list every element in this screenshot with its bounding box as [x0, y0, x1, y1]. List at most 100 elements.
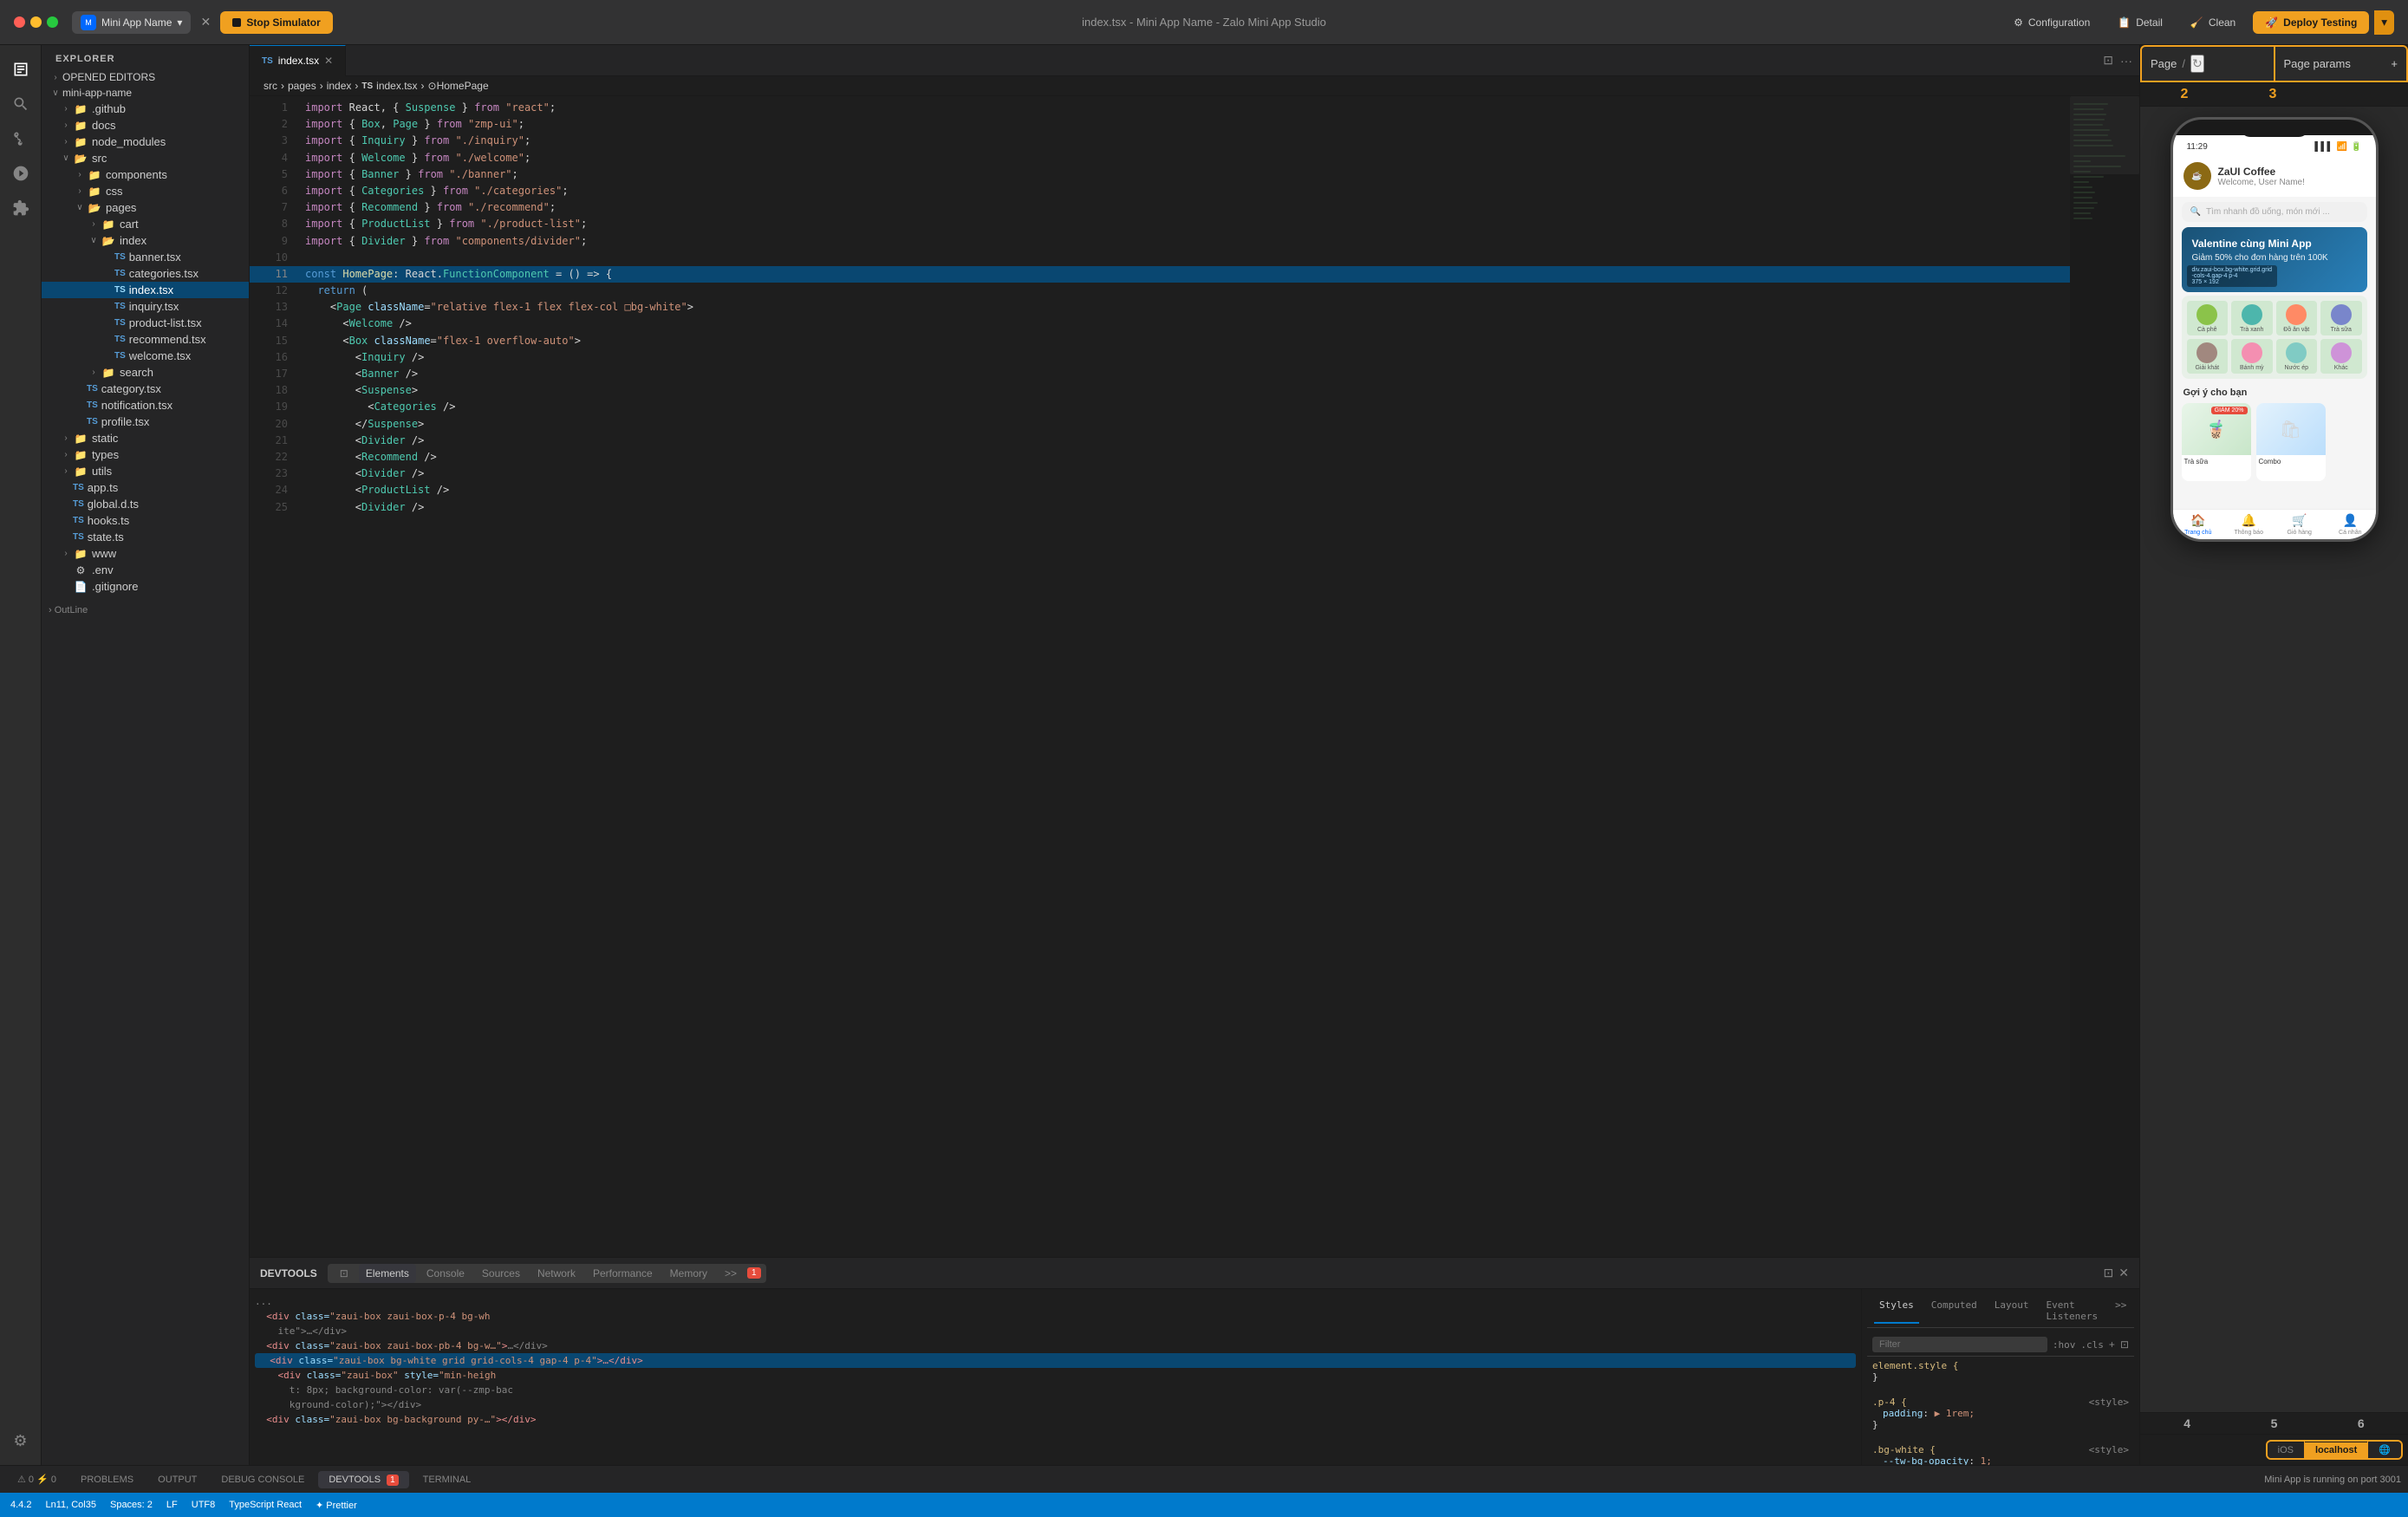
close-window-button[interactable] — [14, 16, 25, 28]
styles-filter-input[interactable] — [1872, 1337, 2047, 1352]
folder-types[interactable]: › 📁 types — [42, 446, 249, 463]
refresh-button[interactable]: ↻ — [2190, 55, 2204, 73]
file-categories-tsx[interactable]: TS categories.tsx — [42, 265, 249, 282]
minimize-window-button[interactable] — [30, 16, 42, 28]
breadcrumb-pages[interactable]: pages — [288, 80, 316, 92]
category-item[interactable]: Trà xanh — [2231, 301, 2273, 335]
file-state-ts[interactable]: TS state.ts — [42, 529, 249, 545]
file-product-list-tsx[interactable]: TS product-list.tsx — [42, 315, 249, 331]
category-item[interactable]: Bánh mỳ — [2231, 339, 2273, 374]
close-tab-icon[interactable]: ✕ — [324, 55, 333, 67]
nav-item-cart[interactable]: 🛒 Giỏ hàng — [2275, 513, 2326, 536]
more-actions-button[interactable]: ··· — [2120, 53, 2132, 68]
layout-tab[interactable]: Layout — [1989, 1298, 2034, 1324]
tab-terminal[interactable]: TERMINAL — [413, 1471, 482, 1488]
devtools-select-icon[interactable]: ⊡ — [333, 1264, 355, 1283]
sidebar-item-extensions[interactable] — [5, 192, 36, 224]
styles-tab[interactable]: Styles — [1874, 1298, 1919, 1324]
global-tab[interactable]: 🌐 — [2368, 1442, 2401, 1458]
file-notification-tsx[interactable]: TS notification.tsx — [42, 397, 249, 413]
nav-item-notifications[interactable]: 🔔 Thông báo — [2223, 513, 2275, 536]
tab-output[interactable]: OUTPUT — [147, 1471, 207, 1488]
tab-memory[interactable]: Memory — [663, 1264, 714, 1283]
file-profile-tsx[interactable]: TS profile.tsx — [42, 413, 249, 430]
localhost-tab[interactable]: localhost — [2305, 1442, 2367, 1458]
tab-problems-label[interactable]: PROBLEMS — [70, 1471, 144, 1488]
file-category-tsx[interactable]: TS category.tsx — [42, 381, 249, 397]
outline-section[interactable]: › OutLine — [42, 602, 249, 619]
folder-pages[interactable]: ∨ 📂 pages — [42, 199, 249, 216]
file-global-d-ts[interactable]: TS global.d.ts — [42, 496, 249, 512]
folder-node-modules[interactable]: › 📁 node_modules — [42, 133, 249, 150]
nav-item-home[interactable]: 🏠 Trang chủ — [2173, 513, 2224, 536]
tab-index-tsx[interactable]: TS index.tsx ✕ — [250, 45, 346, 76]
category-item[interactable]: Nước ép — [2276, 339, 2318, 374]
folder-index[interactable]: ∨ 📂 index — [42, 232, 249, 249]
file-app-ts[interactable]: TS app.ts — [42, 479, 249, 496]
code-editor[interactable]: 1 import React, { Suspense } from "react… — [250, 96, 2070, 1257]
tab-sources[interactable]: Sources — [475, 1264, 527, 1283]
file-banner-tsx[interactable]: TS banner.tsx — [42, 249, 249, 265]
folder-github[interactable]: › 📁 .github — [42, 101, 249, 117]
breadcrumb-file[interactable]: index.tsx — [376, 80, 417, 92]
element-line-selected[interactable]: <div class="zaui-box bg-white grid grid-… — [255, 1353, 1856, 1368]
file-welcome-tsx[interactable]: TS welcome.tsx — [42, 348, 249, 364]
add-style-button[interactable]: + — [2109, 1338, 2115, 1351]
rec-item[interactable]: 🛍 Combo — [2256, 403, 2326, 481]
category-item[interactable]: Khác — [2320, 339, 2362, 374]
phone-search[interactable]: 🔍 Tìm nhanh đồ uống, món mới ... — [2182, 202, 2367, 222]
folder-search[interactable]: › 📁 search — [42, 364, 249, 381]
detail-button[interactable]: 📋 Detail — [2107, 11, 2173, 34]
sidebar-item-search[interactable] — [5, 88, 36, 120]
tab-devtools[interactable]: DEVTOOLS 1 — [318, 1471, 408, 1488]
clean-button[interactable]: 🧹 Clean — [2180, 11, 2246, 34]
tab-problems[interactable]: ⚠ 0 ⚡ 0 — [7, 1470, 67, 1488]
folder-utils[interactable]: › 📁 utils — [42, 463, 249, 479]
tab-network[interactable]: Network — [530, 1264, 582, 1283]
folder-components[interactable]: › 📁 components — [42, 166, 249, 183]
toggle-style-button[interactable]: ⊡ — [2120, 1338, 2129, 1351]
file-recommend-tsx[interactable]: TS recommend.tsx — [42, 331, 249, 348]
folder-www[interactable]: › 📁 www — [42, 545, 249, 562]
app-selector[interactable]: M Mini App Name ▾ — [72, 11, 191, 34]
file-inquiry-tsx[interactable]: TS inquiry.tsx — [42, 298, 249, 315]
configuration-button[interactable]: ⚙ Configuration — [2003, 11, 2100, 34]
sidebar-item-settings[interactable]: ⚙ — [5, 1425, 36, 1456]
sidebar-item-explorer[interactable] — [5, 54, 36, 85]
tab-console[interactable]: Console — [420, 1264, 472, 1283]
close-app-button[interactable]: ✕ — [198, 15, 213, 30]
devtools-elements[interactable]: ... <div class="zaui-box zaui-box-p-4 bg… — [250, 1289, 1862, 1465]
category-item[interactable]: Cà phê — [2187, 301, 2229, 335]
deploy-dropdown-button[interactable]: ▾ — [2374, 10, 2394, 35]
tab-more[interactable]: >> — [718, 1264, 744, 1283]
tab-performance[interactable]: Performance — [586, 1264, 660, 1283]
breadcrumb-symbol[interactable]: HomePage — [437, 80, 489, 92]
opened-editors-section[interactable]: › OPENED EDITORS — [42, 69, 249, 85]
folder-docs[interactable]: › 📁 docs — [42, 117, 249, 133]
file-hooks-ts[interactable]: TS hooks.ts — [42, 512, 249, 529]
expand-devtools-button[interactable]: ⊡ — [2104, 1266, 2114, 1280]
rec-item[interactable]: 🧋 GIẢM 20% Trà sữa — [2182, 403, 2251, 481]
folder-css[interactable]: › 📁 css — [42, 183, 249, 199]
sidebar-item-git[interactable] — [5, 123, 36, 154]
stop-simulator-button[interactable]: Stop Simulator — [220, 11, 332, 34]
tab-debug-console[interactable]: DEBUG CONSOLE — [211, 1471, 315, 1488]
category-item[interactable]: Đồ ăn vặt — [2276, 301, 2318, 335]
sidebar-item-debug[interactable] — [5, 158, 36, 189]
category-item[interactable]: Giải khát — [2187, 339, 2229, 374]
close-devtools-button[interactable]: ✕ — [2118, 1266, 2129, 1280]
nav-item-profile[interactable]: 👤 Cá nhân — [2325, 513, 2376, 536]
fullscreen-window-button[interactable] — [47, 16, 58, 28]
file-gitignore[interactable]: 📄 .gitignore — [42, 578, 249, 595]
file-env[interactable]: ⚙ .env — [42, 562, 249, 578]
category-item[interactable]: Trà sữa — [2320, 301, 2362, 335]
folder-cart[interactable]: › 📁 cart — [42, 216, 249, 232]
event-listeners-tab[interactable]: Event Listeners — [2040, 1298, 2103, 1324]
more-tab[interactable]: >> — [2110, 1298, 2131, 1324]
ios-tab[interactable]: iOS — [2268, 1442, 2304, 1458]
folder-static[interactable]: › 📁 static — [42, 430, 249, 446]
tab-elements[interactable]: Elements — [359, 1264, 416, 1283]
add-param-button[interactable]: + — [2391, 57, 2398, 70]
file-index-tsx[interactable]: TS index.tsx — [42, 282, 249, 298]
deploy-button[interactable]: 🚀 Deploy Testing — [2253, 11, 2369, 34]
